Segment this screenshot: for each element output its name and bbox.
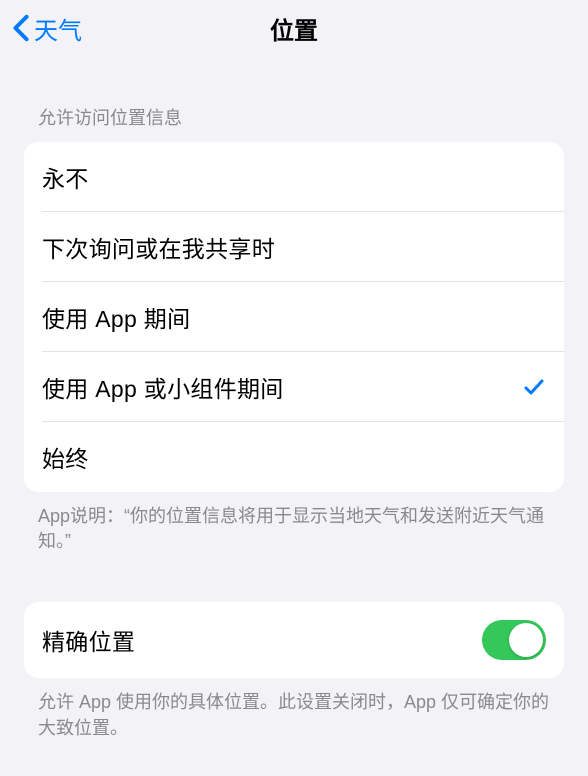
option-label: 使用 App 或小组件期间 — [42, 370, 284, 404]
checkmark-icon — [522, 375, 546, 399]
precise-location-toggle[interactable] — [482, 620, 546, 660]
option-label: 永不 — [42, 160, 89, 194]
section-footer-app-description: App说明：“你的位置信息将用于显示当地天气和发送附近天气通知。” — [24, 492, 564, 562]
section-header-access: 允许访问位置信息 — [24, 56, 564, 142]
option-label: 下次询问或在我共享时 — [42, 230, 275, 264]
option-while-using-app[interactable]: 使用 App 期间 — [24, 282, 564, 352]
back-label: 天气 — [34, 11, 82, 46]
option-while-using-app-or-widgets[interactable]: 使用 App 或小组件期间 — [24, 352, 564, 422]
section-footer-precise: 允许 App 使用你的具体位置。此设置关闭时，App 仅可确定你的大致位置。 — [24, 678, 564, 748]
option-ask-next-time[interactable]: 下次询问或在我共享时 — [24, 212, 564, 282]
precise-location-group: 精确位置 — [24, 602, 564, 678]
navigation-bar: 天气 位置 — [0, 0, 588, 56]
page-title: 位置 — [270, 11, 318, 46]
option-never[interactable]: 永不 — [24, 142, 564, 212]
option-always[interactable]: 始终 — [24, 422, 564, 492]
location-access-group: 永不 下次询问或在我共享时 使用 App 期间 使用 App 或小组件期间 始终 — [24, 142, 564, 492]
back-button[interactable]: 天气 — [8, 7, 86, 50]
option-label: 始终 — [42, 440, 89, 474]
precise-location-label: 精确位置 — [42, 623, 135, 657]
content-area: 允许访问位置信息 永不 下次询问或在我共享时 使用 App 期间 使用 App … — [0, 56, 588, 749]
chevron-left-icon — [12, 14, 30, 42]
toggle-knob — [509, 623, 543, 657]
option-label: 使用 App 期间 — [42, 300, 190, 334]
precise-location-row[interactable]: 精确位置 — [24, 602, 564, 678]
